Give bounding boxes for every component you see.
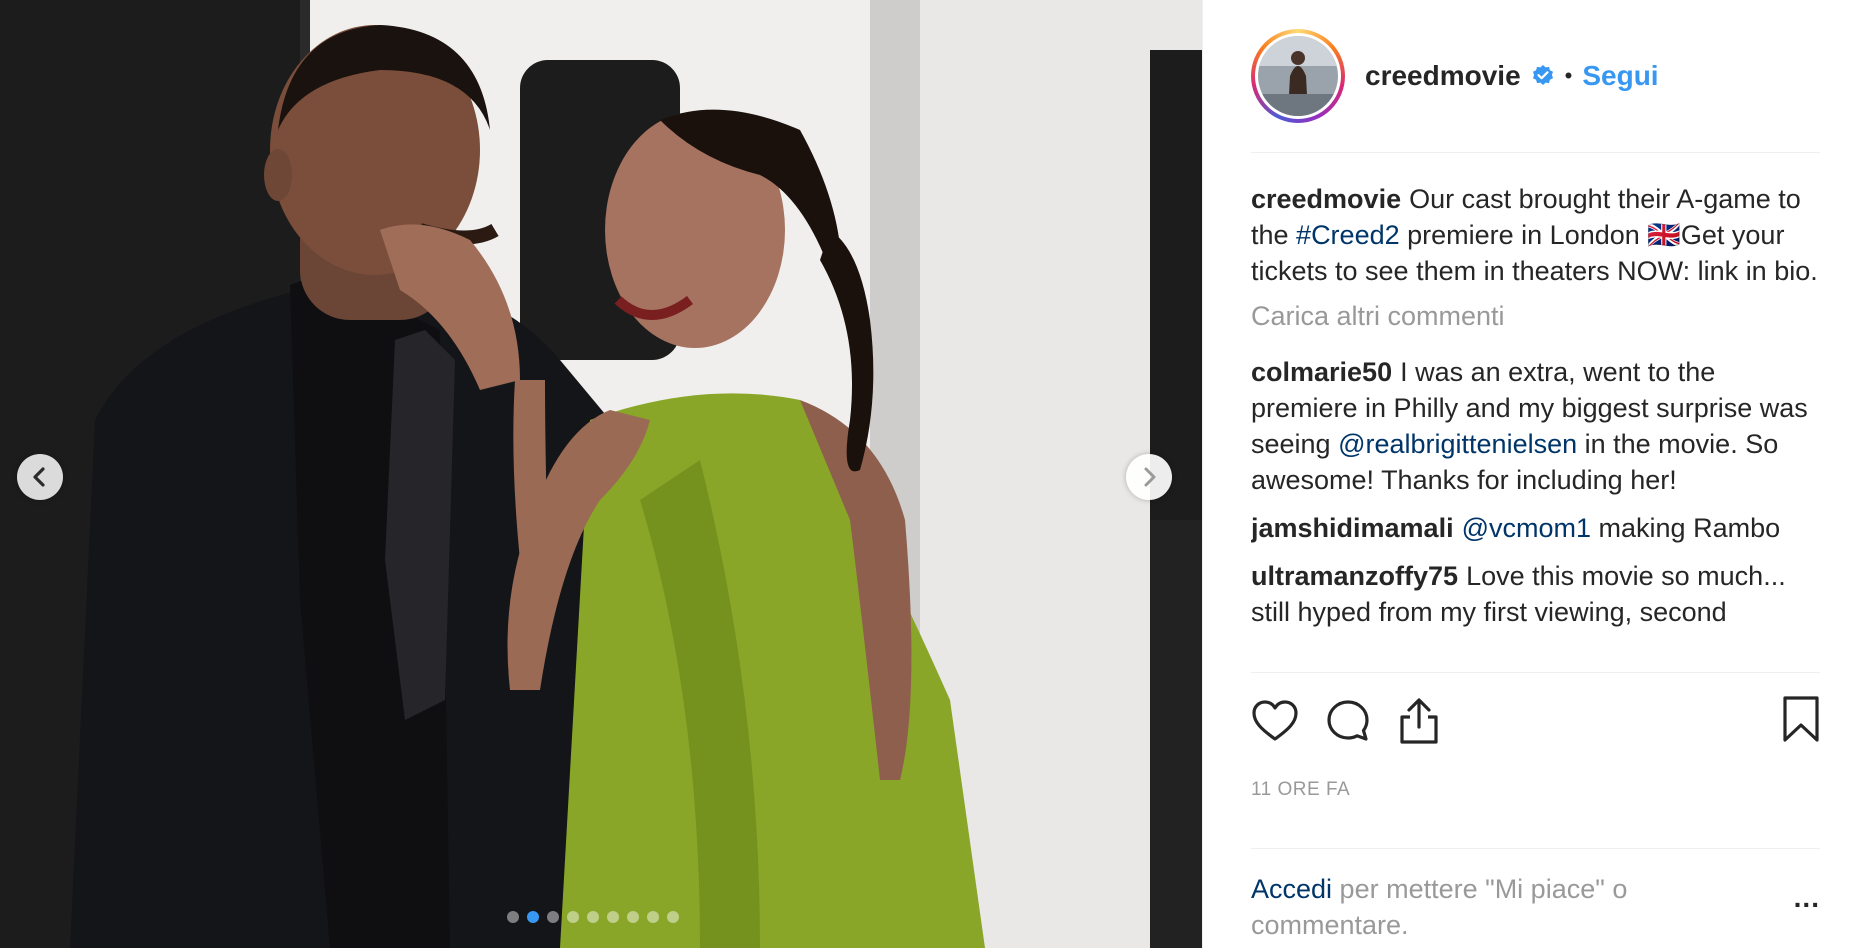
slide-dot — [567, 911, 579, 923]
slide-dot — [627, 911, 639, 923]
slide-dot — [607, 911, 619, 923]
comment-item: colmarie50 I was an extra, went to the pr… — [1251, 354, 1820, 498]
header-username[interactable]: creedmovie — [1365, 60, 1521, 92]
heart-icon — [1252, 700, 1298, 741]
avatar[interactable] — [1251, 29, 1345, 123]
slide-dot — [507, 911, 519, 923]
slide-dot — [547, 911, 559, 923]
load-more-comments-button[interactable]: Carica altri commenti — [1251, 301, 1820, 332]
chevron-left-icon — [33, 467, 45, 487]
slide-dot — [527, 911, 539, 923]
comment-username[interactable]: colmarie50 — [1251, 357, 1392, 387]
share-button[interactable] — [1397, 697, 1441, 745]
comment-text: making Rambo — [1591, 513, 1781, 543]
share-icon — [1400, 698, 1438, 744]
slide-dot — [587, 911, 599, 923]
login-link[interactable]: Accedi — [1251, 874, 1332, 904]
verified-badge-icon — [1531, 64, 1555, 88]
follow-button[interactable]: Segui — [1582, 60, 1658, 92]
comment-icon — [1327, 700, 1369, 741]
comment-username[interactable]: jamshidimamali — [1251, 513, 1454, 543]
mention-link[interactable]: @realbrigittenielsen — [1338, 429, 1577, 459]
bookmark-icon — [1783, 696, 1819, 742]
post-dialog: creedmovie • Segui creedmovie Our cast br… — [0, 0, 1856, 948]
post-photo — [0, 0, 1202, 948]
comment-item: jamshidimamali @vcmom1 making Rambo — [1251, 510, 1820, 546]
caption-username[interactable]: creedmovie — [1251, 184, 1401, 214]
mention-link[interactable]: @vcmom1 — [1462, 513, 1591, 543]
post-side-panel: creedmovie • Segui creedmovie Our cast br… — [1202, 0, 1856, 948]
chevron-right-icon — [1144, 467, 1156, 487]
comment-button[interactable] — [1325, 698, 1371, 744]
slide-dot — [647, 911, 659, 923]
previous-slide-button[interactable] — [17, 454, 63, 500]
separator-dot: • — [1564, 63, 1573, 88]
comment-username[interactable]: ultramanzoffy75 — [1251, 561, 1458, 591]
comments-list[interactable]: creedmovie Our cast brought their A-game … — [1251, 153, 1820, 673]
profile-picture — [1258, 36, 1338, 116]
post-header: creedmovie • Segui — [1251, 0, 1820, 153]
caption: creedmovie Our cast brought their A-game … — [1251, 181, 1820, 289]
like-button[interactable] — [1251, 699, 1299, 743]
more-options-button[interactable]: ... — [1794, 882, 1820, 914]
post-timestamp: 11 ORE FA — [1251, 779, 1820, 849]
login-prompt: Accedi per mettere "Mi piace" o commenta… — [1251, 871, 1721, 943]
slide-dot — [667, 911, 679, 923]
slide-indicator — [507, 911, 679, 923]
comment-item: ultramanzoffy75 Love this movie so much..… — [1251, 558, 1820, 630]
post-actions — [1251, 673, 1820, 769]
post-media[interactable] — [0, 0, 1202, 948]
next-slide-button[interactable] — [1126, 454, 1172, 500]
save-button[interactable] — [1782, 695, 1820, 748]
hashtag-link[interactable]: #Creed2 — [1296, 220, 1400, 250]
